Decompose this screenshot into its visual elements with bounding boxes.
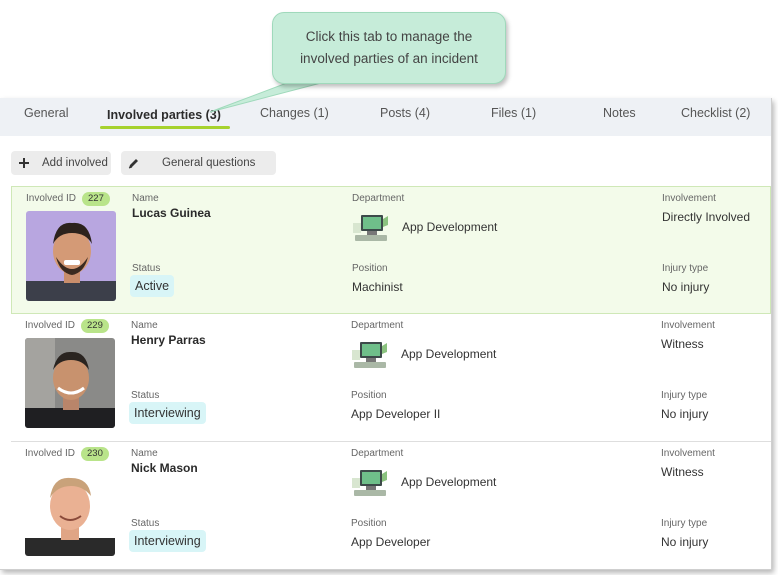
department-computer-icon	[352, 342, 387, 368]
involved-id-badge: 227	[82, 192, 110, 206]
callout-line-1: Click this tab to manage the	[305, 29, 473, 44]
name-label: Name	[132, 193, 159, 204]
add-involved-button[interactable]: Add involved	[11, 151, 111, 175]
party-injury: No injury	[661, 535, 709, 549]
status-badge: Active	[130, 275, 175, 297]
add-involved-label: Add involved	[42, 157, 108, 169]
party-name: Nick Mason	[131, 461, 198, 475]
status-label: Status	[131, 518, 160, 529]
incident-panel: General Involved parties (3) Changes (1)…	[0, 98, 772, 570]
tooltip-callout: Click this tab to manage the involved pa…	[272, 12, 506, 84]
status-label: Status	[131, 390, 160, 401]
party-department: App Development	[402, 220, 498, 234]
name-label: Name	[131, 448, 158, 459]
avatar	[25, 338, 115, 428]
injury-type-label: Injury type	[661, 390, 708, 401]
position-label: Position	[352, 263, 388, 274]
general-questions-label: General questions	[162, 157, 256, 169]
party-position: App Developer	[351, 535, 431, 549]
department-label: Department	[351, 448, 404, 459]
involved-id-badge: 229	[81, 319, 109, 333]
department-computer-icon	[352, 470, 387, 496]
party-name: Lucas Guinea	[132, 206, 211, 220]
callout-line-2: involved parties of an incident	[300, 51, 478, 66]
involvement-label: Involvement	[662, 193, 716, 204]
involved-party-row[interactable]: Involved ID 230 Name Nick Mason Departme…	[11, 442, 771, 570]
plus-icon	[17, 156, 31, 170]
department-label: Department	[351, 320, 404, 331]
party-department: App Development	[401, 347, 497, 361]
involved-id-label: Involved ID	[26, 193, 77, 204]
involvement-label: Involvement	[661, 448, 715, 459]
party-involvement: Directly Involved	[662, 210, 751, 224]
involved-party-row[interactable]: Involved ID 229 Name Henry Parras Depart…	[11, 314, 771, 442]
party-position: App Developer II	[351, 407, 441, 421]
avatar	[26, 211, 116, 301]
pencil-icon	[126, 156, 140, 170]
involved-id-label: Involved ID	[25, 448, 76, 459]
involved-id-badge: 230	[81, 447, 109, 461]
injury-type-label: Injury type	[662, 263, 709, 274]
involvement-label: Involvement	[661, 320, 715, 331]
party-name: Henry Parras	[131, 333, 206, 347]
party-involvement: Witness	[661, 465, 704, 479]
status-label: Status	[132, 263, 161, 274]
position-label: Position	[351, 518, 387, 529]
involved-party-row[interactable]: Involved ID 227 Name Lucas Guinea Depart…	[11, 186, 771, 314]
injury-type-label: Injury type	[661, 518, 708, 529]
involved-id-label: Involved ID	[25, 320, 76, 331]
party-department: App Development	[401, 475, 497, 489]
general-questions-button[interactable]: General questions	[121, 151, 276, 175]
department-label: Department	[352, 193, 405, 204]
status-badge: Interviewing	[129, 530, 206, 552]
position-label: Position	[351, 390, 387, 401]
party-involvement: Witness	[661, 337, 704, 351]
department-computer-icon	[353, 215, 388, 241]
party-position: Machinist	[352, 280, 403, 294]
party-injury: No injury	[662, 280, 710, 294]
party-injury: No injury	[661, 407, 709, 421]
name-label: Name	[131, 320, 158, 331]
avatar	[25, 466, 115, 556]
status-badge: Interviewing	[129, 402, 206, 424]
